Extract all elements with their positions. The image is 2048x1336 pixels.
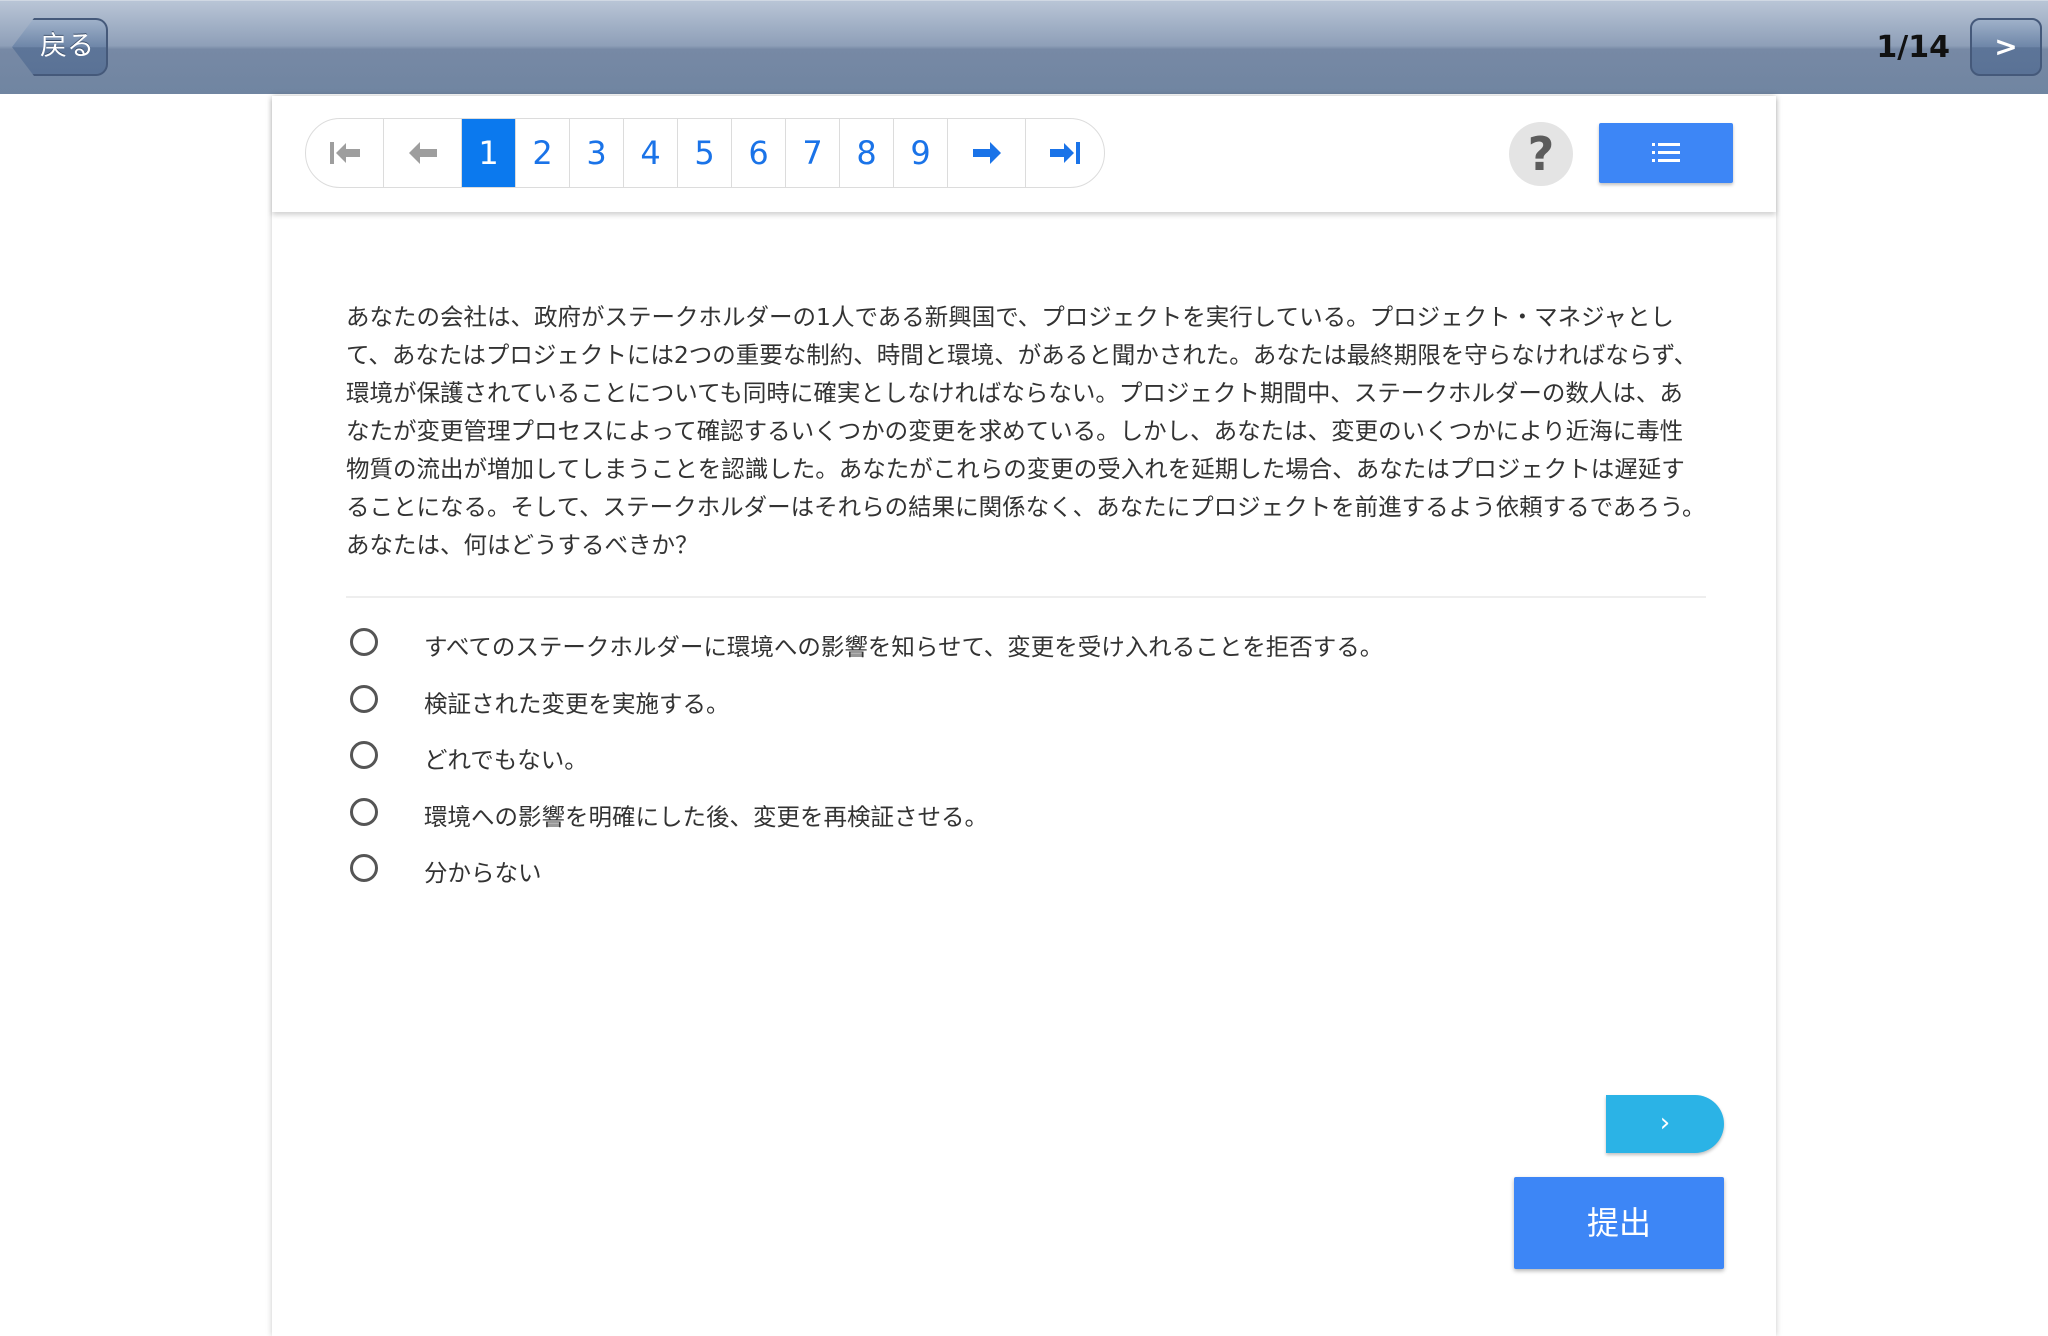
radio-button[interactable]	[350, 684, 378, 713]
first-page-icon	[329, 142, 360, 164]
last-page-icon	[1050, 142, 1080, 164]
next-page-button[interactable]: >	[1970, 18, 2042, 76]
last-page-button[interactable]	[1026, 119, 1104, 187]
page-8-button[interactable]: 8	[840, 119, 894, 187]
question-list-button[interactable]	[1599, 123, 1733, 183]
radio-button[interactable]	[350, 854, 378, 882]
answer-option-label: どれでもない。	[424, 746, 588, 774]
divider	[346, 596, 1706, 598]
top-nav-bar: 戻る 1/14 >	[0, 0, 2048, 94]
help-button[interactable]: ?	[1509, 122, 1573, 186]
back-button[interactable]: 戻る	[12, 18, 108, 76]
question-text: あなたの会社は、政府がステークホルダーの1人である新興国で、プロジェクトを実行し…	[346, 303, 1706, 559]
answer-option-label: 検証された変更を実施する。	[424, 689, 730, 718]
page-3-button[interactable]: 3	[570, 119, 624, 187]
page-1-button[interactable]: 1	[462, 119, 516, 187]
page-counter: 1/14	[1876, 30, 1950, 65]
answer-option[interactable]: 環境への影響を明確にした後、変更を再検証させる。	[350, 796, 1700, 853]
question-pager: 1 2 3 4 5 6 7 8 9	[305, 118, 1105, 188]
question-card: 1 2 3 4 5 6 7 8 9 ? あなたの会社は、政府がステークホルダーの…	[272, 96, 1776, 1336]
answer-option[interactable]: 検証された変更を実施する。	[350, 683, 1700, 740]
arrow-right-icon	[972, 142, 1001, 164]
page-5-button[interactable]: 5	[678, 119, 732, 187]
answer-option[interactable]: 分からない	[350, 852, 1700, 909]
answer-option-label: 環境への影響を明確にした後、変更を再検証させる。	[424, 802, 988, 831]
prev-page-button[interactable]	[384, 119, 462, 187]
answer-option[interactable]: すべてのステークホルダーに環境への影響を知らせて、変更を受け入れることを拒否する…	[350, 626, 1700, 683]
question-toolbar: 1 2 3 4 5 6 7 8 9 ?	[272, 96, 1776, 212]
list-icon	[1652, 143, 1680, 162]
arrow-left-icon	[408, 142, 437, 164]
page-4-button[interactable]: 4	[624, 119, 678, 187]
answer-option-label: 分からない	[424, 859, 542, 887]
answer-options: すべてのステークホルダーに環境への影響を知らせて、変更を受け入れることを拒否する…	[350, 626, 1700, 909]
submit-button[interactable]: 提出	[1514, 1177, 1724, 1269]
page-7-button[interactable]: 7	[786, 119, 840, 187]
page-9-button[interactable]: 9	[894, 119, 948, 187]
answer-option[interactable]: どれでもない。	[350, 739, 1700, 796]
radio-button[interactable]	[350, 741, 378, 769]
first-page-button[interactable]	[306, 119, 384, 187]
next-page-arrow-button[interactable]	[948, 119, 1026, 187]
radio-button[interactable]	[350, 628, 378, 656]
page-6-button[interactable]: 6	[732, 119, 786, 187]
page-2-button[interactable]: 2	[516, 119, 570, 187]
answer-option-label: すべてのステークホルダーに環境への影響を知らせて、変更を受け入れることを拒否する…	[424, 633, 1384, 661]
next-question-button[interactable]: ›	[1606, 1095, 1724, 1153]
radio-button[interactable]	[350, 797, 378, 826]
